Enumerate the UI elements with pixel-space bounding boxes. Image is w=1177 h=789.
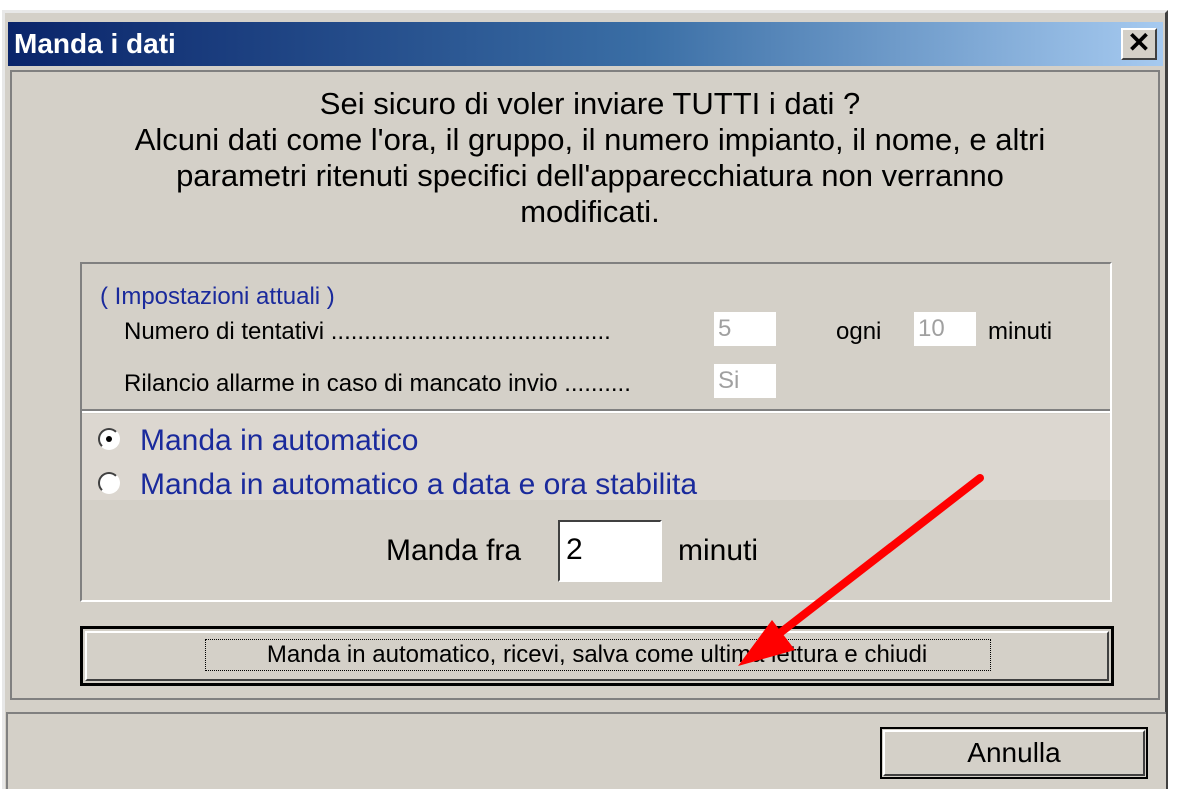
annotation-arrow-icon — [738, 474, 984, 666]
